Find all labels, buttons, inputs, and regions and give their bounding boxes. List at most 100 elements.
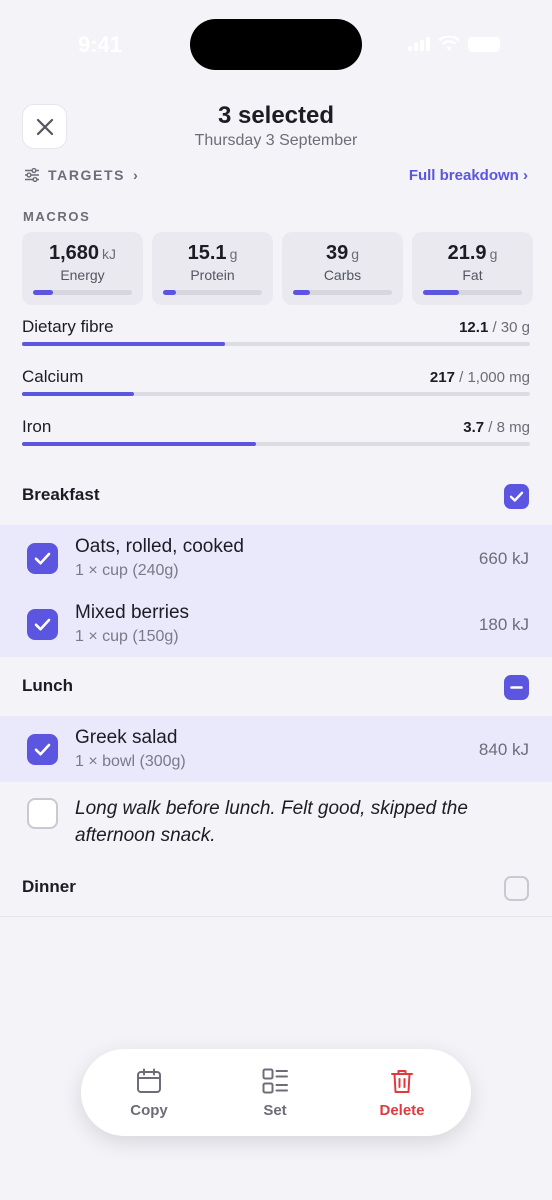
food-name: Mixed berries bbox=[75, 602, 190, 623]
section-title: Dinner bbox=[22, 877, 76, 896]
delete-button[interactable]: Delete bbox=[357, 1067, 447, 1119]
macro-progress-track bbox=[33, 290, 132, 295]
macro-value: 15.1 bbox=[187, 242, 227, 264]
food-energy: 840 kJ bbox=[478, 740, 529, 759]
macro-unit: g bbox=[229, 246, 238, 262]
checkmark-icon bbox=[34, 618, 51, 631]
macro-progress-track bbox=[423, 290, 522, 295]
food-row[interactable]: Greek salad 1 × bowl (300g) 840 kJ bbox=[0, 716, 552, 782]
note-text: Long walk before lunch. Felt good, skipp… bbox=[75, 798, 468, 846]
nutrient-progress-fill bbox=[22, 342, 226, 346]
nutrient-target: / 8 mg bbox=[484, 419, 530, 436]
macro-progress-fill bbox=[163, 290, 176, 295]
nutrient-name: Dietary fibre bbox=[22, 317, 114, 336]
list-layout-icon bbox=[262, 1068, 288, 1094]
checkmark-icon bbox=[34, 552, 51, 565]
signal-icon bbox=[408, 37, 430, 51]
macro-unit: kJ bbox=[102, 246, 117, 262]
macro-progress-fill bbox=[293, 290, 310, 295]
nutrient-amount: 217 bbox=[429, 369, 455, 386]
copy-label: Copy bbox=[130, 1102, 168, 1119]
row-checkbox[interactable] bbox=[27, 609, 58, 640]
food-energy: 180 kJ bbox=[478, 615, 529, 634]
section-lunch[interactable]: Lunch bbox=[0, 659, 552, 715]
macro-value: 39 bbox=[325, 242, 349, 264]
sliders-icon bbox=[25, 168, 39, 182]
nutrient-name: Calcium bbox=[22, 367, 84, 386]
calendar-icon bbox=[137, 1068, 161, 1093]
set-button[interactable]: Set bbox=[230, 1067, 320, 1119]
nutrient-target: / 1,000 mg bbox=[454, 369, 530, 386]
divider bbox=[0, 916, 552, 917]
section-dinner[interactable]: Dinner bbox=[0, 860, 552, 916]
macro-value: 21.9 bbox=[447, 242, 487, 264]
nutrient-amount: 3.7 bbox=[463, 419, 485, 436]
nutrient-value: 12.1 / 30 g bbox=[459, 319, 530, 336]
food-name: Greek salad bbox=[75, 727, 178, 748]
macro-progress-fill bbox=[33, 290, 53, 295]
food-energy: 660 kJ bbox=[478, 549, 529, 568]
food-serving: 1 × cup (150g) bbox=[75, 628, 179, 645]
targets-label: TARGETS bbox=[48, 167, 126, 183]
macro-card-energy: 1,680 kJ Energy bbox=[22, 232, 143, 305]
status-time: 9:41 bbox=[78, 32, 123, 57]
macro-value: 1,680 bbox=[48, 242, 100, 264]
nutrient-target: / 30 g bbox=[488, 319, 530, 336]
section-title: Lunch bbox=[22, 676, 73, 695]
macro-cards: 1,680 kJ Energy 15.1 g Protein 39 g Carbs 2… bbox=[22, 232, 533, 305]
status-bar: 9:41 bbox=[0, 0, 552, 90]
macro-progress-track bbox=[163, 290, 262, 295]
nutrient-progress-track bbox=[22, 442, 530, 446]
targets-button[interactable]: TARGETS › bbox=[24, 167, 138, 183]
nutrient-value: 3.7 / 8 mg bbox=[463, 419, 530, 436]
chevron-right-icon: › bbox=[133, 167, 138, 183]
trash-icon bbox=[391, 1070, 413, 1093]
food-name: Oats, rolled, cooked bbox=[75, 536, 244, 557]
wifi-icon bbox=[438, 36, 460, 51]
nutrient-amount: 12.1 bbox=[459, 319, 489, 336]
macro-card-carbs: 39 g Carbs bbox=[282, 232, 403, 305]
row-checkbox[interactable] bbox=[27, 798, 58, 829]
macro-unit: g bbox=[351, 246, 360, 262]
page-subtitle: Thursday 3 September bbox=[194, 132, 358, 149]
nutrient-name: Iron bbox=[22, 417, 52, 436]
macro-name: Energy bbox=[60, 267, 105, 283]
macro-name: Protein bbox=[190, 267, 235, 283]
macro-name: Fat bbox=[462, 267, 483, 283]
row-checkbox[interactable] bbox=[27, 543, 58, 574]
battery-icon bbox=[468, 36, 500, 52]
nutrient-progress-fill bbox=[22, 392, 134, 396]
section-checkbox[interactable] bbox=[504, 675, 529, 700]
section-checkbox[interactable] bbox=[504, 876, 529, 901]
nutrient-progress-track bbox=[22, 342, 530, 346]
food-row[interactable]: Mixed berries 1 × cup (150g) 180 kJ bbox=[0, 591, 552, 657]
section-checkbox[interactable] bbox=[504, 484, 529, 509]
set-label: Set bbox=[263, 1102, 287, 1119]
delete-label: Delete bbox=[379, 1102, 425, 1119]
food-serving: 1 × cup (240g) bbox=[75, 562, 179, 579]
macro-progress-fill bbox=[423, 290, 459, 295]
note-row[interactable]: Long walk before lunch. Felt good, skipp… bbox=[0, 782, 552, 862]
nutrient-value: 217 / 1,000 mg bbox=[430, 369, 530, 386]
status-icons bbox=[408, 36, 500, 52]
macro-progress-track bbox=[293, 290, 392, 295]
full-breakdown-link[interactable]: Full breakdown › bbox=[409, 167, 528, 184]
nutrient-progress-fill bbox=[22, 442, 256, 446]
copy-button[interactable]: Copy bbox=[104, 1067, 194, 1119]
dynamic-island bbox=[190, 19, 362, 70]
macro-card-protein: 15.1 g Protein bbox=[152, 232, 273, 305]
page-title: 3 selected bbox=[217, 102, 335, 129]
food-row[interactable]: Oats, rolled, cooked 1 × cup (240g) 660 … bbox=[0, 525, 552, 591]
food-serving: 1 × bowl (300g) bbox=[75, 753, 186, 770]
checkmark-icon bbox=[34, 743, 51, 756]
section-breakfast[interactable]: Breakfast bbox=[0, 468, 552, 524]
row-checkbox[interactable] bbox=[27, 734, 58, 765]
minus-icon bbox=[510, 686, 523, 689]
macro-name: Carbs bbox=[323, 267, 362, 283]
macros-heading: MACROS bbox=[23, 209, 91, 224]
section-title: Breakfast bbox=[22, 485, 100, 504]
checkmark-icon bbox=[509, 491, 524, 502]
nutrient-progress-track bbox=[22, 392, 530, 396]
action-toolbar: Copy Set Delete bbox=[81, 1049, 471, 1136]
macro-card-fat: 21.9 g Fat bbox=[412, 232, 533, 305]
